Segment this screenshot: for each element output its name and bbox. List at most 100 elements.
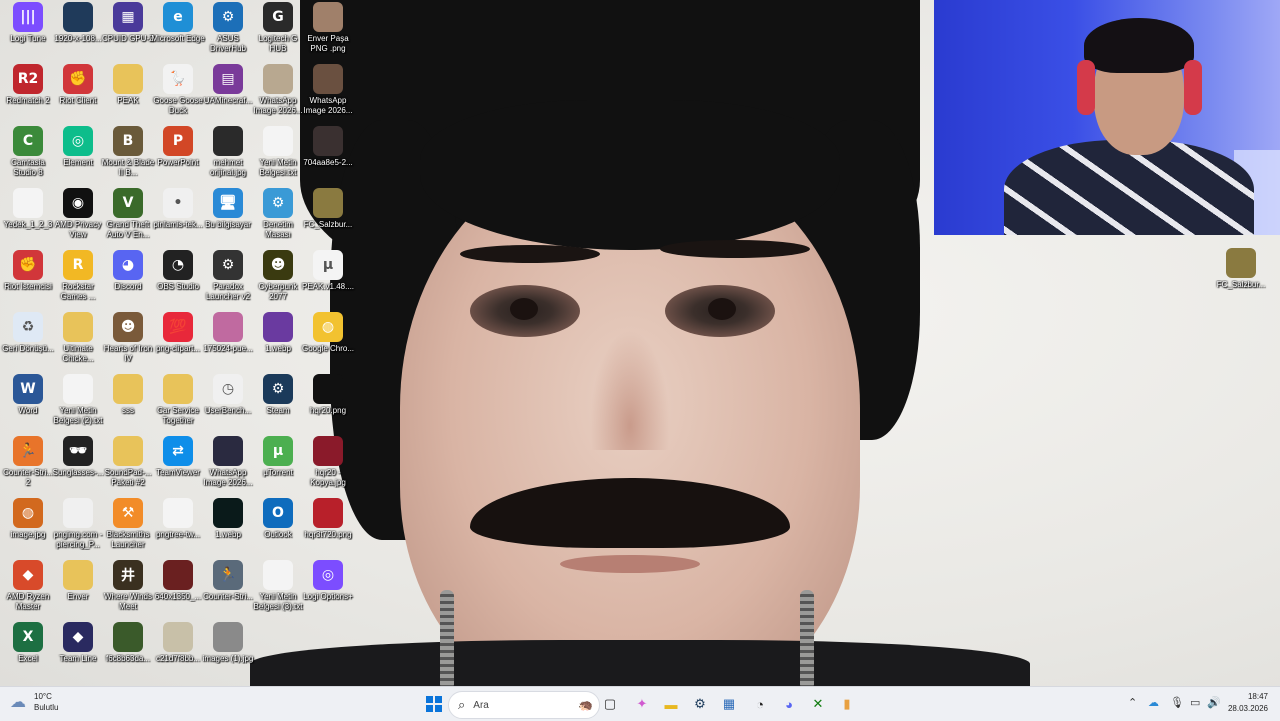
system-clock[interactable]: 18:47 28.03.2026 bbox=[1228, 691, 1268, 715]
desktop-icon[interactable]: images (1).jpg bbox=[202, 622, 254, 664]
desktop-icon-label: Yedek_1_2_3 bbox=[3, 220, 53, 229]
desktop-icon[interactable]: ◎ Logi Options+ bbox=[302, 560, 354, 602]
desktop-icon[interactable]: ◆ AMD Ryzen Master bbox=[2, 560, 54, 612]
desktop-icon[interactable]: ◕ Discord bbox=[102, 250, 154, 292]
desktop-icon[interactable]: ☻ Cyberpunk 2077 bbox=[252, 250, 304, 302]
desktop-icon[interactable]: PEAK bbox=[102, 64, 154, 106]
desktop-icon[interactable]: 🏃 Counter-Stri... bbox=[202, 560, 254, 602]
desktop-icon[interactable]: 💯 png-clipart... bbox=[152, 312, 204, 354]
obs-taskbar-icon[interactable]: ◔ bbox=[748, 692, 772, 716]
desktop-icon[interactable]: O Outlook bbox=[252, 498, 304, 540]
desktop-icon[interactable]: Car Service Together bbox=[152, 374, 204, 426]
desktop-icon[interactable]: 🏃 Counter-Stri... 2 bbox=[2, 436, 54, 488]
desktop-icon[interactable]: ✊ Riot Client bbox=[52, 64, 104, 106]
desktop-icon[interactable]: ⚙ Paradox Launcher v2 bbox=[202, 250, 254, 302]
desktop-icon[interactable]: e Microsoft Edge bbox=[151, 2, 205, 44]
desktop-icon[interactable]: sss bbox=[102, 374, 154, 416]
desktop-icon-label: PowerPoint bbox=[157, 158, 199, 167]
desktop-icon[interactable]: Yeni Metin Belgesi (3).txt bbox=[252, 560, 304, 612]
desktop-icon[interactable]: ◔ OBS Studio bbox=[152, 250, 204, 292]
desktop-icon[interactable]: ⇄ TeamViewer bbox=[152, 436, 204, 478]
desktop-icon[interactable]: hqr20 - Kopya.jpg bbox=[302, 436, 354, 488]
desktop-icon[interactable]: ▤ UAMinecraf... bbox=[202, 64, 254, 106]
file-explorer-icon[interactable]: ▬ bbox=[659, 692, 683, 716]
volume-icon[interactable]: 🔊 bbox=[1207, 696, 1221, 709]
copilot-icon[interactable]: ✦ bbox=[630, 692, 654, 716]
desktop-icon[interactable]: V Grand Theft Auto V En... bbox=[102, 188, 154, 240]
desktop-icon[interactable]: FC_Salzbur... bbox=[302, 188, 354, 230]
desktop-icon[interactable]: µ PEAK.v1.48.... bbox=[302, 250, 354, 292]
start-button[interactable] bbox=[422, 692, 446, 716]
desktop-icon[interactable]: WhatsApp Image 2026... bbox=[252, 64, 304, 116]
desktop-icon[interactable]: mehmet orijinal.jpg bbox=[202, 126, 254, 178]
desktop-icon[interactable]: ◉ AMD Privacy View bbox=[52, 188, 104, 240]
desktop-icon[interactable]: WhatsApp Image 2026... bbox=[202, 436, 254, 488]
desktop-icon-label: 1920-x-108... bbox=[54, 34, 102, 43]
desktop-icon[interactable]: pngtree-tw... bbox=[152, 498, 204, 540]
desktop-icon[interactable]: 1.webp bbox=[202, 498, 254, 540]
desktop-icon[interactable]: R2 Redmatch 2 bbox=[2, 64, 54, 106]
desktop-icon[interactable]: ◍ Google Chro... bbox=[302, 312, 354, 354]
desktop-icon[interactable]: 🖥 Bu bilgisayar bbox=[202, 188, 254, 230]
calendar-app-icon[interactable]: ▦ bbox=[717, 692, 741, 716]
desktop-icon[interactable]: µ µTorrent bbox=[252, 436, 304, 478]
chevron-up-icon[interactable]: ⌃ bbox=[1128, 696, 1137, 709]
desktop-icon[interactable]: ◷ UserBench... bbox=[202, 374, 254, 416]
desktop-icon[interactable]: hqr20.png bbox=[302, 374, 354, 416]
desktop-icon[interactable]: X Excel bbox=[2, 622, 54, 664]
desktop-icon[interactable]: ◍ image.jpg bbox=[2, 498, 54, 540]
network-app-icon[interactable]: ☁ bbox=[1148, 696, 1159, 709]
image-file-icon: 🕶 bbox=[63, 436, 93, 466]
desktop-icon[interactable]: Enver bbox=[52, 560, 104, 602]
amd-privacy-icon: ◉ bbox=[63, 188, 93, 218]
desktop-icon[interactable]: 1920-x-108... bbox=[52, 2, 104, 44]
xbox-icon[interactable]: ✕ bbox=[806, 692, 830, 716]
discord-taskbar-icon[interactable]: ◕ bbox=[777, 692, 801, 716]
desktop-icon[interactable]: 井 Where Winds Meet bbox=[102, 560, 154, 612]
desktop-icon[interactable]: ✊ Riot İstemcisi bbox=[2, 250, 54, 292]
steam-icon[interactable]: ⚙ bbox=[688, 692, 712, 716]
desktop-icon[interactable]: ||| Logi Tune bbox=[2, 2, 54, 44]
desktop-icon[interactable]: ⚙ ASUS DriverHub bbox=[202, 2, 254, 54]
desktop-icon[interactable]: ▦ CPUID GPU-Z bbox=[102, 2, 154, 44]
desktop-icon[interactable]: C Camtasia Studio 8 bbox=[2, 126, 54, 178]
desktop-icon[interactable]: 1.webp bbox=[252, 312, 304, 354]
desktop-icon[interactable]: ⚙ Steam bbox=[252, 374, 304, 416]
desktop-icon[interactable]: ⚙ Denetim Masası bbox=[252, 188, 304, 240]
microphone-icon[interactable]: 🎙 bbox=[1170, 696, 1184, 709]
desktop-icon[interactable]: B Mount & Blade II B... bbox=[102, 126, 154, 178]
task-view-icon[interactable]: ▢ bbox=[598, 692, 622, 716]
desktop-icon[interactable]: Ultimate Chicke... bbox=[52, 312, 104, 364]
desktop-icon[interactable]: 🕶 Sunglasses-... bbox=[52, 436, 104, 478]
desktop-icon[interactable]: Yedek_1_2_3 bbox=[2, 188, 54, 230]
desktop-icon[interactable]: R Rockstar Games ... bbox=[52, 250, 104, 302]
desktop-icon[interactable]: WhatsApp Image 2026... bbox=[302, 64, 354, 116]
desktop-icon[interactable]: ♻ Geri Dönüşü... bbox=[2, 312, 54, 354]
desktop-icon[interactable]: c21d7f8bb... bbox=[152, 622, 204, 664]
desktop-icon[interactable]: ⚒ Blacksmiths Launcher bbox=[102, 498, 154, 550]
desktop-icon[interactable]: 704aa8e5-2... bbox=[302, 126, 354, 168]
desktop-icon[interactable]: Yeni Metin Belgesi (2).txt bbox=[52, 374, 104, 426]
weather-widget[interactable]: ☁ 10°C Bulutlu bbox=[10, 691, 58, 713]
desktop-icon[interactable]: 🪿 Goose Goose Duck bbox=[152, 64, 204, 116]
app-window-icon[interactable]: ▮ bbox=[835, 692, 859, 716]
desktop-icon[interactable]: Enver Paşa PNG .png bbox=[302, 2, 354, 54]
display-icon[interactable]: ▭ bbox=[1190, 696, 1200, 709]
desktop-icon[interactable]: P PowerPoint bbox=[152, 126, 204, 168]
desktop-icon[interactable]: ◎ Element bbox=[52, 126, 104, 168]
desktop-icon[interactable]: SoundPad-... Paketi #2 bbox=[102, 436, 154, 488]
desktop-icon[interactable]: FC_Salzbur... bbox=[1215, 248, 1267, 290]
desktop-icon[interactable]: G Logitech G HUB bbox=[252, 2, 304, 54]
desktop-icon[interactable]: pngimg.com - piercing_P... bbox=[52, 498, 104, 550]
desktop-icon[interactable]: ☻ Hearts of Iron IV bbox=[102, 312, 154, 364]
desktop-icon[interactable]: Yeni Metin Belgesi.txt bbox=[252, 126, 304, 178]
desktop-icon[interactable]: 640x1350_... bbox=[152, 560, 204, 602]
desktop-icon[interactable]: • pinlamis-tek... bbox=[152, 188, 204, 230]
desktop-icon[interactable]: ◆ Team Line bbox=[52, 622, 104, 664]
desktop-icon[interactable]: hqr3t720.png bbox=[302, 498, 354, 540]
desktop-icon[interactable]: 175024-pue... bbox=[202, 312, 254, 354]
search-box[interactable]: ⌕ Ara 🦔 bbox=[448, 691, 600, 719]
desktop-icon[interactable]: W Word bbox=[2, 374, 54, 416]
image-file-icon bbox=[1226, 248, 1256, 278]
desktop-icon[interactable]: f6c8b63da... bbox=[102, 622, 154, 664]
